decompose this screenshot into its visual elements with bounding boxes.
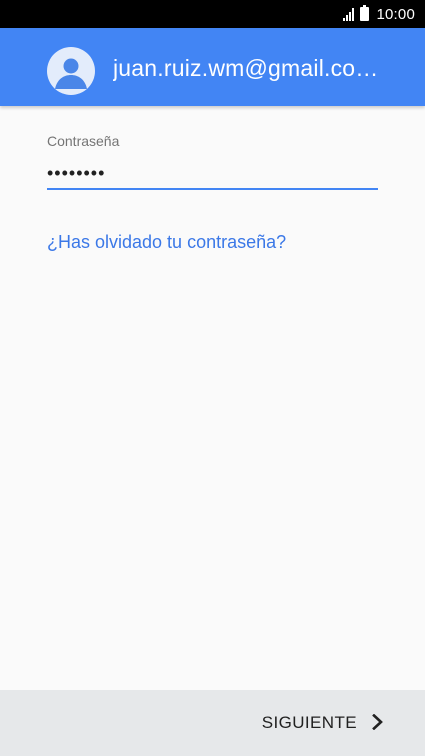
next-button-label: SIGUIENTE (261, 713, 357, 732)
account-email: juan.ruiz.wm@gmail.co… (113, 55, 379, 81)
signal-icon (343, 7, 355, 21)
password-field[interactable] (47, 158, 378, 190)
status-time: 10:00 (376, 5, 415, 23)
bottom-bar: SIGUIENTE (0, 690, 425, 756)
status-icons: 10:00 (343, 0, 415, 28)
password-label: Contraseña (47, 133, 120, 149)
account-header: juan.ruiz.wm@gmail.co… (0, 28, 425, 106)
forgot-password-link[interactable]: ¿Has olvidado tu contraseña? (47, 232, 286, 253)
person-icon (47, 47, 95, 95)
battery-icon (360, 5, 370, 21)
status-bar: 10:00 (0, 0, 425, 28)
next-button[interactable]: SIGUIENTE (262, 706, 385, 740)
chevron-right-icon (371, 713, 385, 733)
